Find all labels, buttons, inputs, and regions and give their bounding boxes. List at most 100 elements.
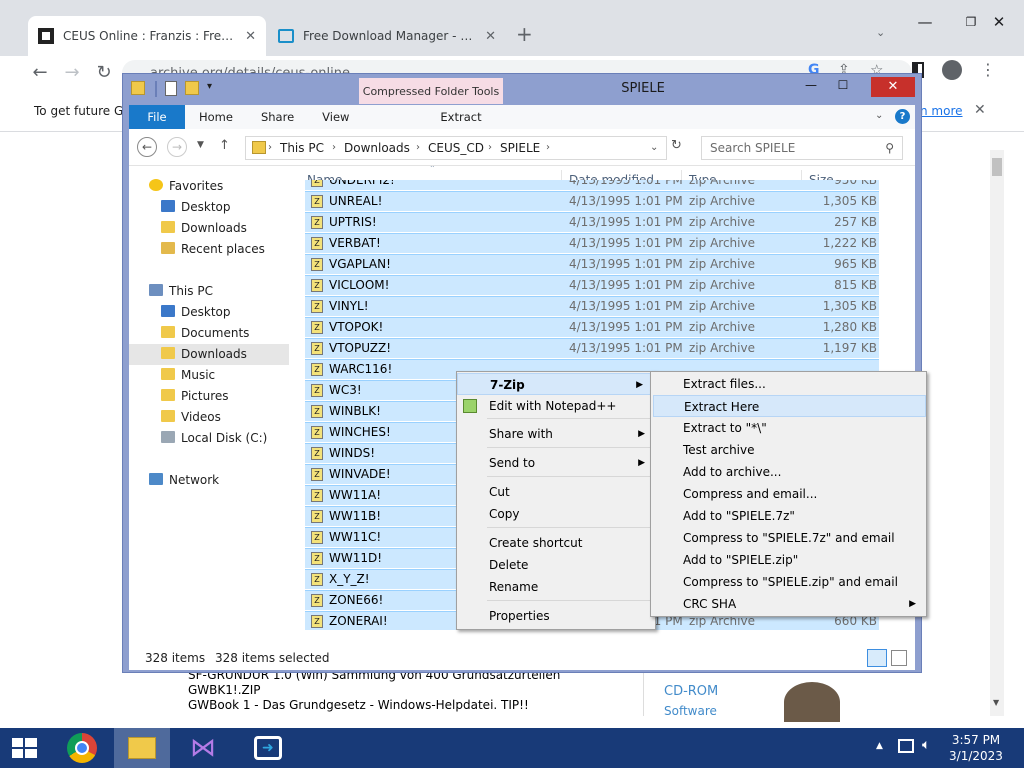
menu-item-create-shortcut[interactable]: Create shortcut	[457, 532, 655, 554]
menu-item-delete[interactable]: Delete	[457, 554, 655, 576]
breadcrumb-this-pc[interactable]: This PC	[280, 137, 324, 159]
nav-item-desktop[interactable]: Desktop	[129, 197, 289, 218]
file-row[interactable]: Z UNREAL! 4/13/1995 1:01 PM zip Archive 1,30…	[305, 191, 879, 211]
menu-item-share-with[interactable]: Share with ▶	[457, 423, 655, 445]
ribbon-expand-icon[interactable]: ⌄	[875, 110, 883, 121]
menu-item-properties[interactable]: Properties	[457, 605, 655, 627]
help-icon[interactable]: ?	[895, 109, 910, 124]
tab-home[interactable]: Home	[185, 105, 247, 129]
infobar-learn-more-link[interactable]: n more	[920, 104, 963, 118]
menu-item-compress-and-email[interactable]: Compress and email...	[651, 483, 926, 505]
breadcrumb-spiele[interactable]: SPIELE	[500, 137, 540, 159]
close-tab-icon[interactable]: ✕	[245, 29, 256, 44]
menu-item-add-to-zip[interactable]: Add to "SPIELE.zip"	[651, 549, 926, 571]
address-dropdown-icon[interactable]: ⌄	[650, 137, 658, 159]
menu-item-send-to[interactable]: Send to ▶	[457, 452, 655, 474]
menu-item-crc-sha[interactable]: CRC SHA ▶	[651, 593, 926, 615]
explorer-close-button[interactable]: ✕	[871, 77, 915, 97]
refresh-icon[interactable]: ↻	[671, 138, 682, 153]
menu-item-edit-notepadpp[interactable]: Edit with Notepad++	[457, 395, 655, 417]
breadcrumb[interactable]: › This PC › Downloads › CEUS_CD › SPIELE…	[245, 136, 667, 160]
menu-item-7zip[interactable]: 7-Zip ▶	[457, 373, 654, 395]
taskbar-chrome[interactable]	[58, 728, 106, 768]
qat-dropdown-icon[interactable]: ▾	[207, 81, 212, 92]
nav-item-desktop[interactable]: Desktop	[129, 302, 289, 323]
file-row[interactable]: Z VTOPOK! 4/13/1995 1:01 PM zip Archive 1,28…	[305, 317, 879, 337]
tab-file[interactable]: File	[129, 105, 185, 129]
file-row[interactable]: Z UPTRIS! 4/13/1995 1:01 PM zip Archive 257 …	[305, 212, 879, 232]
collection-thumbnail[interactable]	[784, 682, 840, 722]
browser-tab-fdm[interactable]: Free Download Manager - absolute ✕	[268, 16, 506, 56]
file-row[interactable]: Z VTOPUZZ! 4/13/1995 1:01 PM zip Archive 1,1…	[305, 338, 879, 358]
forward-icon[interactable]: →	[167, 137, 187, 157]
browser-close-button[interactable]: ✕	[976, 8, 1022, 36]
file-row[interactable]: Z VICLOOM! 4/13/1995 1:01 PM zip Archive 815…	[305, 275, 879, 295]
breadcrumb-downloads[interactable]: Downloads	[344, 137, 410, 159]
new-folder-icon[interactable]	[185, 81, 199, 95]
menu-item-add-to-7z[interactable]: Add to "SPIELE.7z"	[651, 505, 926, 527]
recent-locations-icon[interactable]: ▼	[197, 140, 204, 150]
nav-this-pc[interactable]: This PC	[129, 281, 289, 302]
show-hidden-icons-icon[interactable]: ▲	[876, 741, 883, 751]
tab-share[interactable]: Share	[247, 105, 308, 129]
new-tab-button[interactable]: +	[516, 22, 538, 48]
nav-item-pictures[interactable]: Pictures	[129, 386, 289, 407]
menu-item-copy[interactable]: Copy	[457, 503, 655, 525]
nav-item-videos[interactable]: Videos	[129, 407, 289, 428]
search-input[interactable]: Search SPIELE ⚲	[701, 136, 903, 160]
nav-item-downloads[interactable]: Downloads	[129, 218, 289, 239]
taskbar-visual-studio[interactable]: ⋈	[180, 728, 228, 768]
menu-item-compress-7z-email[interactable]: Compress to "SPIELE.7z" and email	[651, 527, 926, 549]
browser-tab-ceus[interactable]: CEUS Online : Franzis : Free Download ✕	[28, 16, 266, 56]
menu-item-extract-here[interactable]: Extract Here	[653, 395, 926, 417]
scrollbar-thumb[interactable]	[992, 158, 1002, 176]
scroll-down-icon[interactable]: ▼	[993, 698, 999, 707]
large-icons-view-icon[interactable]	[891, 650, 907, 666]
menu-item-rename[interactable]: Rename	[457, 576, 655, 598]
nav-item-recent-places[interactable]: Recent places	[129, 239, 289, 260]
properties-icon[interactable]	[165, 81, 177, 96]
nav-item-downloads-selected[interactable]: Downloads	[129, 344, 289, 365]
taskbar-free-download-manager[interactable]: ➜	[244, 728, 292, 768]
back-arrow-icon[interactable]: ←	[28, 62, 52, 84]
nav-network[interactable]: Network	[129, 470, 289, 491]
menu-item-compress-zip-email[interactable]: Compress to "SPIELE.zip" and email	[651, 571, 926, 593]
menu-item-extract-files[interactable]: Extract files...	[651, 373, 926, 395]
file-row[interactable]: Z VERBAT! 4/13/1995 1:01 PM zip Archive 1,22…	[305, 233, 879, 253]
file-row[interactable]: Z VGAPLAN! 4/13/1995 1:01 PM zip Archive 965…	[305, 254, 879, 274]
file-row[interactable]: Z VINYL! 4/13/1995 1:01 PM zip Archive 1,305…	[305, 296, 879, 316]
explorer-maximize-button[interactable]: ☐	[831, 78, 855, 96]
taskbar-file-explorer[interactable]	[114, 728, 170, 768]
nav-item-documents[interactable]: Documents	[129, 323, 289, 344]
breadcrumb-ceus-cd[interactable]: CEUS_CD	[428, 137, 484, 159]
details-view-icon[interactable]	[867, 649, 887, 667]
volume-icon[interactable]: 🔈︎	[922, 737, 930, 753]
file-row[interactable]: Z UNDERFI2! 4/13/1995 1:01 PM zip Archive 95…	[305, 180, 879, 190]
menu-kebab-icon[interactable]: ⋮	[980, 60, 996, 79]
menu-item-add-to-archive[interactable]: Add to archive...	[651, 461, 926, 483]
software-link[interactable]: Software	[664, 704, 717, 718]
nav-item-local-disk[interactable]: Local Disk (C:)	[129, 428, 289, 449]
up-arrow-icon[interactable]: ↑	[219, 138, 230, 153]
reload-icon[interactable]: ↻	[92, 62, 116, 84]
back-icon[interactable]: ←	[137, 137, 157, 157]
profile-avatar-icon[interactable]	[942, 60, 962, 80]
browser-minimize-button[interactable]: —	[902, 8, 948, 36]
start-button[interactable]	[0, 728, 48, 768]
menu-item-cut[interactable]: Cut	[457, 481, 655, 503]
tab-search-icon[interactable]: ⌄	[876, 26, 885, 39]
tab-view[interactable]: View	[308, 105, 363, 129]
nav-favorites[interactable]: Favorites	[129, 176, 289, 197]
cdrom-link[interactable]: CD-ROM	[664, 684, 718, 699]
tab-extract[interactable]: Extract	[411, 105, 511, 129]
close-tab-icon[interactable]: ✕	[485, 29, 496, 44]
explorer-minimize-button[interactable]: —	[799, 78, 823, 96]
infobar-close-icon[interactable]: ✕	[974, 102, 986, 118]
menu-item-extract-to[interactable]: Extract to "*\"	[651, 417, 926, 439]
network-status-icon[interactable]	[898, 739, 914, 753]
nav-item-music[interactable]: Music	[129, 365, 289, 386]
page-scrollbar[interactable]: ▼	[990, 150, 1004, 716]
forward-arrow-icon[interactable]: →	[60, 62, 84, 84]
menu-item-test-archive[interactable]: Test archive	[651, 439, 926, 461]
clock[interactable]: 3:57 PM 3/1/2023	[940, 732, 1012, 764]
